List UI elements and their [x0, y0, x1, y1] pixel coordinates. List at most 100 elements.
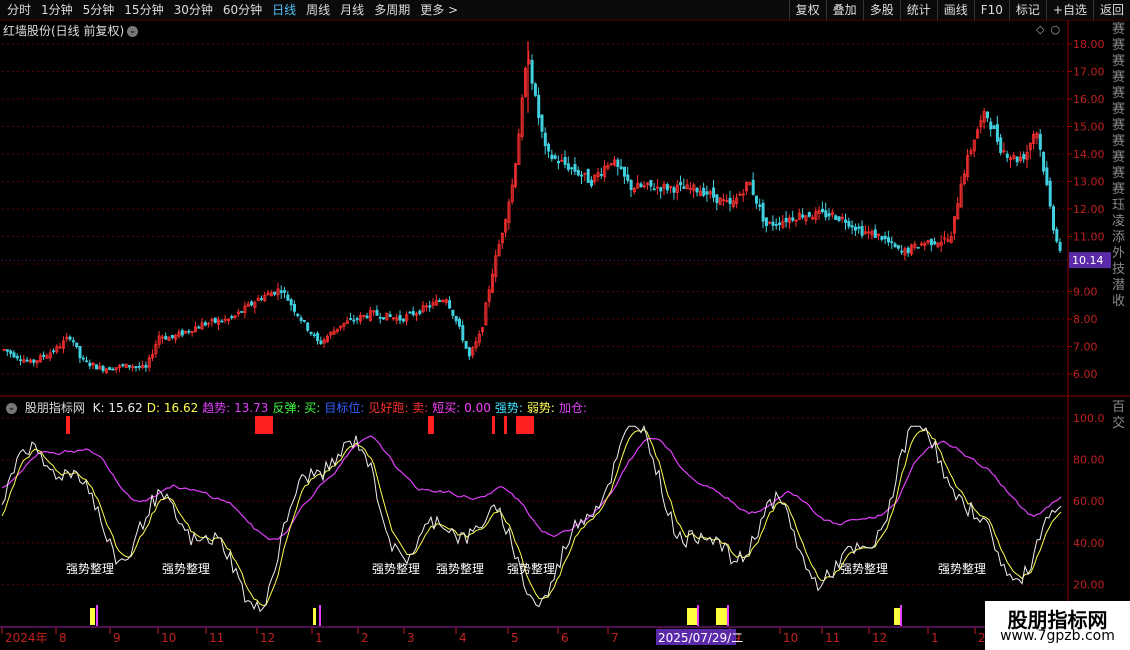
price-tick-label: 14.00: [1073, 148, 1105, 161]
candle-body: [761, 202, 765, 222]
candle-body: [299, 317, 303, 321]
candle-body: [388, 314, 392, 317]
candle-body: [784, 217, 788, 223]
candle-body: [537, 94, 541, 119]
candle-body: [164, 335, 168, 340]
candle-body: [553, 155, 557, 159]
candle-body: [9, 350, 13, 354]
candle-body: [259, 298, 263, 300]
price-tick-label: 9.00: [1073, 286, 1098, 299]
candle-body: [286, 294, 290, 301]
current-price-label: 10.14: [1072, 254, 1104, 267]
candlestick-series: [2, 41, 1068, 375]
candle-body: [42, 354, 46, 358]
price-tick-label: 8.00: [1073, 313, 1098, 326]
candle-body: [649, 179, 653, 187]
candle-body: [834, 215, 838, 220]
watermark: 股朋指标网 www.7gpzb.com: [985, 601, 1130, 650]
price-tick-label: 17.00: [1073, 66, 1105, 79]
candle-body: [250, 301, 254, 306]
candle-body: [319, 340, 323, 345]
candle-body: [847, 220, 851, 227]
price-tick-label: 18.00: [1073, 38, 1105, 51]
candle-body: [857, 226, 861, 229]
candle-body: [88, 362, 92, 367]
candle-body: [5, 349, 9, 352]
candle-body: [890, 241, 894, 244]
buy-signal-bar: [90, 608, 95, 625]
cursor-date-label: 2025/07/29/二: [658, 631, 743, 645]
candle-body: [1015, 156, 1019, 163]
date-label: 12: [872, 631, 887, 645]
candle-body: [438, 300, 442, 302]
candle-body: [461, 325, 465, 341]
candle-body: [824, 210, 828, 218]
candle-body: [137, 365, 141, 368]
date-label: 9: [113, 631, 121, 645]
candle-body: [771, 221, 775, 226]
candle-body: [220, 320, 224, 323]
candle-body: [296, 313, 300, 317]
watermark-url: www.7gpzb.com: [1000, 628, 1115, 644]
candle-body: [906, 247, 910, 254]
candle-body: [679, 182, 683, 186]
candle-body: [533, 83, 537, 96]
candle-body: [108, 367, 112, 371]
candle-body: [563, 157, 567, 165]
candle-body: [78, 345, 82, 359]
indicator-tick-label: 40.00: [1073, 537, 1105, 550]
candle-body: [570, 167, 574, 170]
candle-body: [411, 311, 415, 316]
candle-body: [999, 137, 1003, 153]
candle-body: [702, 187, 706, 196]
candle-body: [629, 179, 633, 190]
candle-body: [705, 191, 709, 195]
candle-body: [695, 187, 699, 193]
indicator-tick-label: 20.00: [1073, 578, 1105, 591]
price-tick-label: 12.00: [1073, 203, 1105, 216]
candle-body: [365, 315, 369, 319]
candle-body: [576, 169, 580, 176]
candle-body: [1058, 241, 1062, 251]
candle-body: [302, 320, 306, 322]
candle-body: [25, 359, 29, 362]
candle-body: [860, 225, 864, 236]
buy-signal-bar: [716, 608, 728, 625]
candle-body: [457, 318, 461, 327]
candle-body: [1045, 167, 1049, 186]
candle-body: [448, 300, 452, 309]
candle-body: [728, 197, 732, 204]
buy-signal-bar: [894, 608, 900, 625]
price-tick-label: 7.00: [1073, 341, 1098, 354]
price-axis: 18.00 17.00 16.00 15.00 14.00 13.00 12.00 11.00…: [1068, 38, 1111, 381]
candle-body: [230, 316, 234, 319]
candle-body: [121, 364, 125, 367]
date-label: 12: [260, 631, 275, 645]
grid-lines: [0, 20, 1130, 650]
candle-body: [844, 219, 848, 223]
candle-body: [672, 187, 676, 193]
price-tick-label: 16.00: [1073, 93, 1105, 106]
candle-body: [900, 250, 904, 253]
candle-body: [1055, 229, 1059, 242]
candle-body: [995, 124, 999, 142]
candle-body: [312, 334, 316, 337]
price-tick-label: 11.00: [1073, 231, 1105, 244]
candle-body: [873, 229, 877, 238]
candle-body: [893, 243, 897, 248]
candle-body: [774, 224, 778, 226]
candle-body: [85, 360, 89, 363]
date-label: 2024年: [5, 631, 48, 645]
candle-body: [398, 315, 402, 321]
date-label: 4: [459, 631, 467, 645]
candle-body: [758, 204, 762, 207]
candle-body: [880, 236, 884, 240]
sell-signal-bar: [428, 416, 434, 434]
zone-label: 强势整理: [162, 561, 210, 576]
candle-body: [659, 187, 663, 192]
candle-body: [580, 174, 584, 177]
candle-body: [801, 214, 805, 218]
candle-body: [352, 319, 356, 322]
candle-body: [19, 359, 23, 362]
zone-label: 强势整理: [507, 561, 555, 576]
